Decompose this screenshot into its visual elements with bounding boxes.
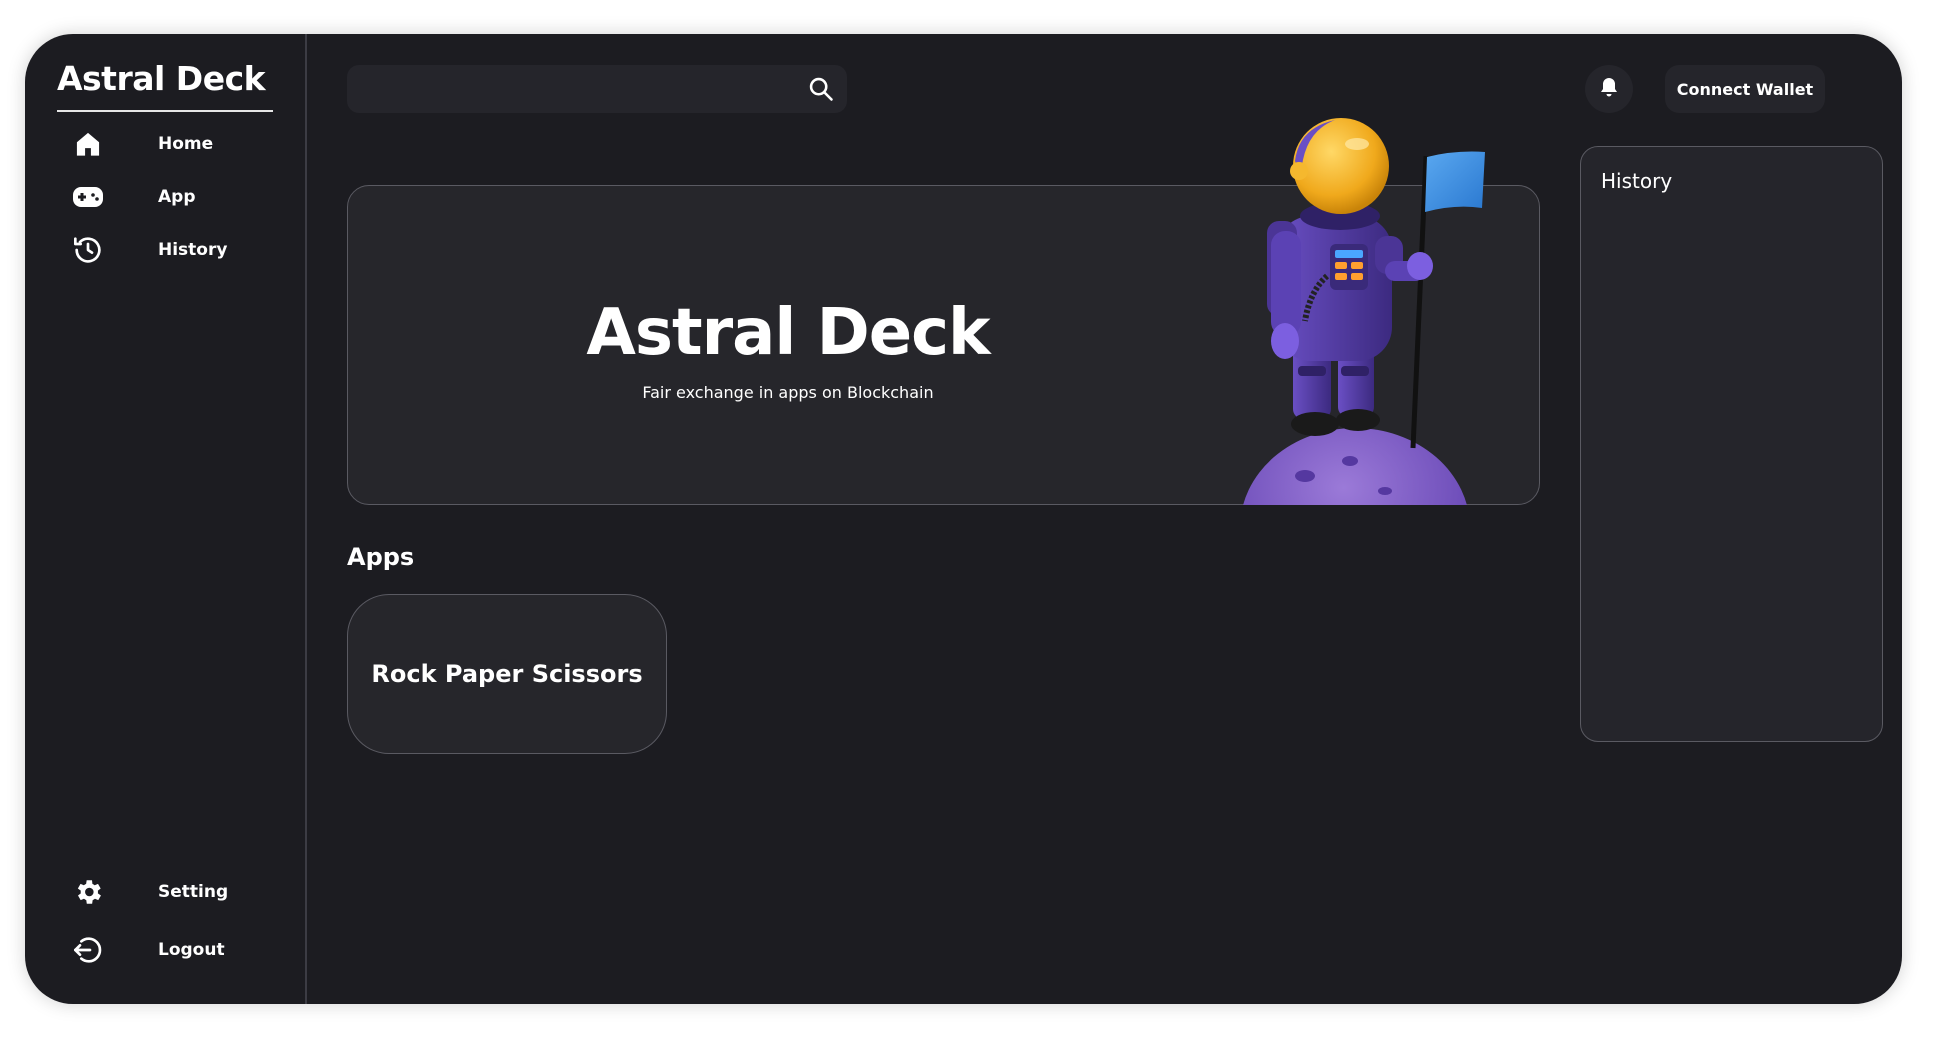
search-input[interactable] bbox=[347, 65, 847, 113]
notifications-button[interactable] bbox=[1585, 65, 1633, 113]
apps-heading: Apps bbox=[347, 543, 415, 571]
sidebar-item-home[interactable]: Home bbox=[72, 124, 272, 164]
sidebar-item-setting[interactable]: Setting bbox=[72, 872, 272, 912]
sidebar-item-app[interactable]: App bbox=[72, 177, 272, 217]
bell-icon bbox=[1599, 76, 1619, 103]
search-bar[interactable] bbox=[347, 65, 847, 113]
gamepad-icon bbox=[72, 181, 104, 213]
search-icon[interactable] bbox=[807, 75, 835, 103]
history-icon bbox=[72, 234, 104, 266]
sidebar-item-history[interactable]: History bbox=[72, 230, 272, 270]
app-window: Astral Deck Home App History Setting Log… bbox=[25, 34, 1902, 1004]
hero-subtitle: Fair exchange in apps on Blockchain bbox=[642, 383, 934, 402]
history-panel: History bbox=[1580, 146, 1883, 742]
brand-logo[interactable]: Astral Deck bbox=[57, 56, 273, 112]
hero-title: Astral Deck bbox=[586, 296, 990, 370]
home-icon bbox=[72, 128, 104, 160]
sidebar-item-logout[interactable]: Logout bbox=[72, 930, 272, 970]
sidebar-item-label: Logout bbox=[158, 940, 225, 960]
sidebar-item-label: App bbox=[158, 187, 196, 207]
history-panel-title: History bbox=[1601, 169, 1673, 193]
app-card-rock-paper-scissors[interactable]: Rock Paper Scissors bbox=[347, 594, 667, 754]
logout-icon bbox=[72, 934, 104, 966]
sidebar-item-label: Setting bbox=[158, 882, 229, 902]
sidebar: Astral Deck Home App History Setting Log… bbox=[25, 34, 307, 1004]
app-card-label: Rock Paper Scissors bbox=[371, 660, 643, 688]
connect-wallet-button[interactable]: Connect Wallet bbox=[1665, 65, 1825, 113]
gear-icon bbox=[72, 876, 104, 908]
sidebar-item-label: History bbox=[158, 240, 228, 260]
astronaut-illustration bbox=[1243, 118, 1485, 505]
brand-title: Astral Deck bbox=[57, 59, 266, 98]
sidebar-item-label: Home bbox=[158, 134, 214, 154]
